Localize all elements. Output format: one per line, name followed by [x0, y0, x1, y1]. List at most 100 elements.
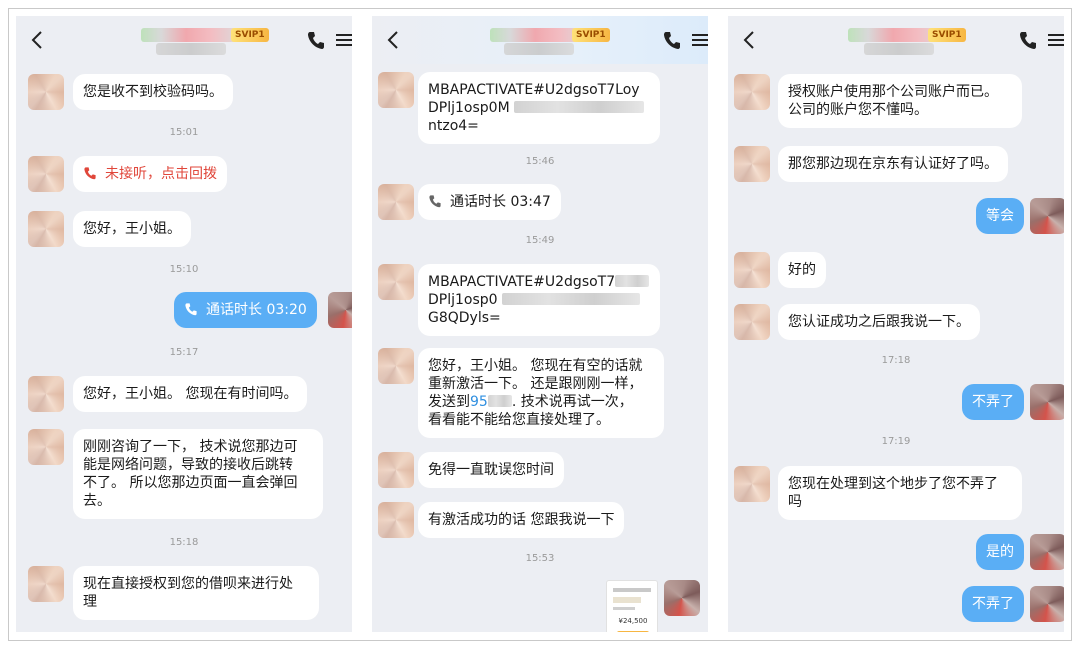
message-line: MBAPACTIVATE#U2dgsoT7Loy: [428, 82, 640, 98]
avatar[interactable]: [378, 452, 414, 488]
avatar[interactable]: [28, 211, 64, 247]
timestamp: 15:49: [525, 235, 555, 246]
phone-number-link[interactable]: 95: [470, 394, 512, 410]
message-line: G8QDyls=: [428, 310, 501, 326]
avatar[interactable]: [28, 74, 64, 110]
message-bubble[interactable]: 您是收不到校验码吗。: [73, 74, 233, 110]
avatar[interactable]: [378, 348, 414, 384]
call-duration-label: 通话时长 03:47: [450, 194, 551, 210]
phone-number-prefix: 95: [470, 394, 488, 410]
chat-header: SVIP1: [728, 16, 1064, 64]
menu-icon[interactable]: [692, 32, 708, 48]
avatar[interactable]: [734, 146, 770, 182]
back-arrow-icon[interactable]: [740, 28, 760, 52]
message-bubble[interactable]: 您认证成功之后跟我说一下。: [778, 304, 980, 340]
avatar[interactable]: [734, 252, 770, 288]
chat-panel-3: SVIP1 授权账户使用那个公司账户而已。 公司的账户您不懂吗。 那您那边现在京…: [728, 16, 1064, 632]
message-line: 去。: [83, 493, 111, 509]
my-avatar[interactable]: [1030, 198, 1064, 234]
message-bubble[interactable]: 好的: [778, 252, 826, 288]
vip-badge: SVIP1: [928, 28, 966, 42]
menu-icon[interactable]: [336, 32, 352, 48]
phone-icon[interactable]: [662, 30, 682, 50]
message-line: 发送到95 . 技术说再试一次，: [428, 393, 654, 411]
message-line: 不了。 所以您那边页面一直会弹回: [83, 475, 298, 491]
contact-name-blurred: [141, 28, 241, 42]
avatar[interactable]: [734, 304, 770, 340]
message-line: 授权账户使用那个公司账户而已。: [788, 84, 998, 100]
message-text: DPlj1osp0M: [428, 100, 510, 116]
message-bubble[interactable]: 您好，王小姐。: [73, 211, 191, 247]
message-bubble[interactable]: 不弄了: [962, 384, 1024, 420]
message-bubble[interactable]: 免得一直耽误您时间: [418, 452, 564, 488]
message-bubble[interactable]: 您现在处理到这个地步了您不弄了 吗: [778, 466, 1022, 520]
message-bubble[interactable]: 等会: [976, 198, 1024, 234]
missed-call-label: 未接听，点击回拨: [105, 166, 217, 182]
redacted-text: [502, 293, 641, 305]
message-line: 吗: [788, 494, 802, 510]
missed-call-icon: [84, 167, 96, 180]
avatar[interactable]: [378, 72, 414, 108]
back-arrow-icon[interactable]: [28, 28, 48, 52]
avatar[interactable]: [378, 502, 414, 538]
vip-badge: SVIP1: [231, 28, 269, 42]
call-duration-bubble[interactable]: 通话时长 03:20: [174, 292, 317, 328]
chat-panel-2: SVIP1 MBAPACTIVATE#U2dgsoT7Loy DPlj1osp0…: [372, 16, 708, 632]
back-arrow-icon[interactable]: [384, 28, 404, 52]
image-attachment[interactable]: ¥24,500: [606, 580, 658, 632]
message-line: 公司的账户您不懂吗。: [788, 102, 928, 118]
message-text: . 技术说再试一次，: [511, 394, 633, 410]
avatar[interactable]: [28, 156, 64, 192]
timestamp: 15:17: [169, 347, 199, 358]
call-duration-label: 通话时长 03:20: [206, 302, 307, 318]
message-line: 您好，王小姐。 您现在有空的话就: [428, 358, 643, 374]
phone-icon[interactable]: [1018, 30, 1038, 50]
message-bubble[interactable]: 有激活成功的话 您跟我说一下: [418, 502, 625, 538]
message-bubble[interactable]: 不弄了: [962, 586, 1024, 622]
message-line: 理: [83, 594, 97, 610]
missed-call-bubble[interactable]: 未接听，点击回拨: [73, 156, 227, 192]
phone-icon: [185, 303, 197, 316]
avatar[interactable]: [378, 264, 414, 300]
avatar[interactable]: [734, 74, 770, 110]
avatar[interactable]: [734, 466, 770, 502]
menu-icon[interactable]: [1048, 32, 1064, 48]
message-bubble[interactable]: 刚刚咨询了一下， 技术说您那边可 能是网络问题，导致的接收后跳转 不了。 所以您…: [73, 429, 323, 519]
message-line: DPlj1osp0: [428, 291, 650, 309]
message-bubble[interactable]: 那您那边现在京东有认证好了吗。: [778, 146, 1008, 182]
my-avatar[interactable]: [1030, 586, 1064, 622]
message-bubble[interactable]: 您好，王小姐。 您现在有空的话就 重新激活一下。 还是跟刚刚一样， 发送到95.…: [418, 348, 664, 438]
call-duration-bubble[interactable]: 通话时长 03:47: [418, 184, 561, 220]
my-avatar[interactable]: [328, 292, 352, 328]
my-avatar[interactable]: [1030, 384, 1064, 420]
avatar[interactable]: [28, 376, 64, 412]
contact-subtitle-blurred: [156, 43, 226, 55]
redacted-text: [615, 275, 650, 287]
my-avatar[interactable]: [1030, 534, 1064, 570]
phone-icon: [429, 195, 441, 208]
chat-header: SVIP1: [372, 16, 708, 64]
redacted-text: [514, 101, 645, 113]
phone-icon[interactable]: [306, 30, 326, 50]
timestamp: 15:53: [525, 553, 555, 564]
vip-badge: SVIP1: [572, 28, 610, 42]
thumb-button: [617, 631, 649, 632]
timestamp: 17:18: [881, 355, 911, 366]
avatar[interactable]: [378, 184, 414, 220]
thumb-line: [613, 588, 651, 592]
message-line: 能是网络问题，导致的接收后跳转: [83, 457, 293, 473]
avatar[interactable]: [28, 429, 64, 465]
avatar[interactable]: [28, 566, 64, 602]
message-bubble[interactable]: MBAPACTIVATE#U2dgsoT7Loy DPlj1osp0M ntzo…: [418, 72, 660, 144]
timestamp: 15:18: [169, 537, 199, 548]
my-avatar[interactable]: [664, 580, 700, 616]
message-line: ntzo4=: [428, 118, 479, 134]
chat-header: SVIP1: [16, 16, 352, 64]
message-bubble[interactable]: 您好，王小姐。 您现在有时间吗。: [73, 376, 308, 412]
message-bubble[interactable]: 授权账户使用那个公司账户而已。 公司的账户您不懂吗。: [778, 74, 1022, 128]
message-bubble[interactable]: 是的: [976, 534, 1024, 570]
thumb-amount: ¥24,500: [618, 617, 648, 625]
chat-panel-1: SVIP1 您是收不到校验码吗。 15:01 未接听，点击回拨 您好，王小姐。 …: [16, 16, 352, 632]
message-bubble[interactable]: MBAPACTIVATE#U2dgsoT7 DPlj1osp0 G8QDyls=: [418, 264, 660, 336]
message-bubble[interactable]: 现在直接授权到您的借呗来进行处 理: [73, 566, 319, 620]
